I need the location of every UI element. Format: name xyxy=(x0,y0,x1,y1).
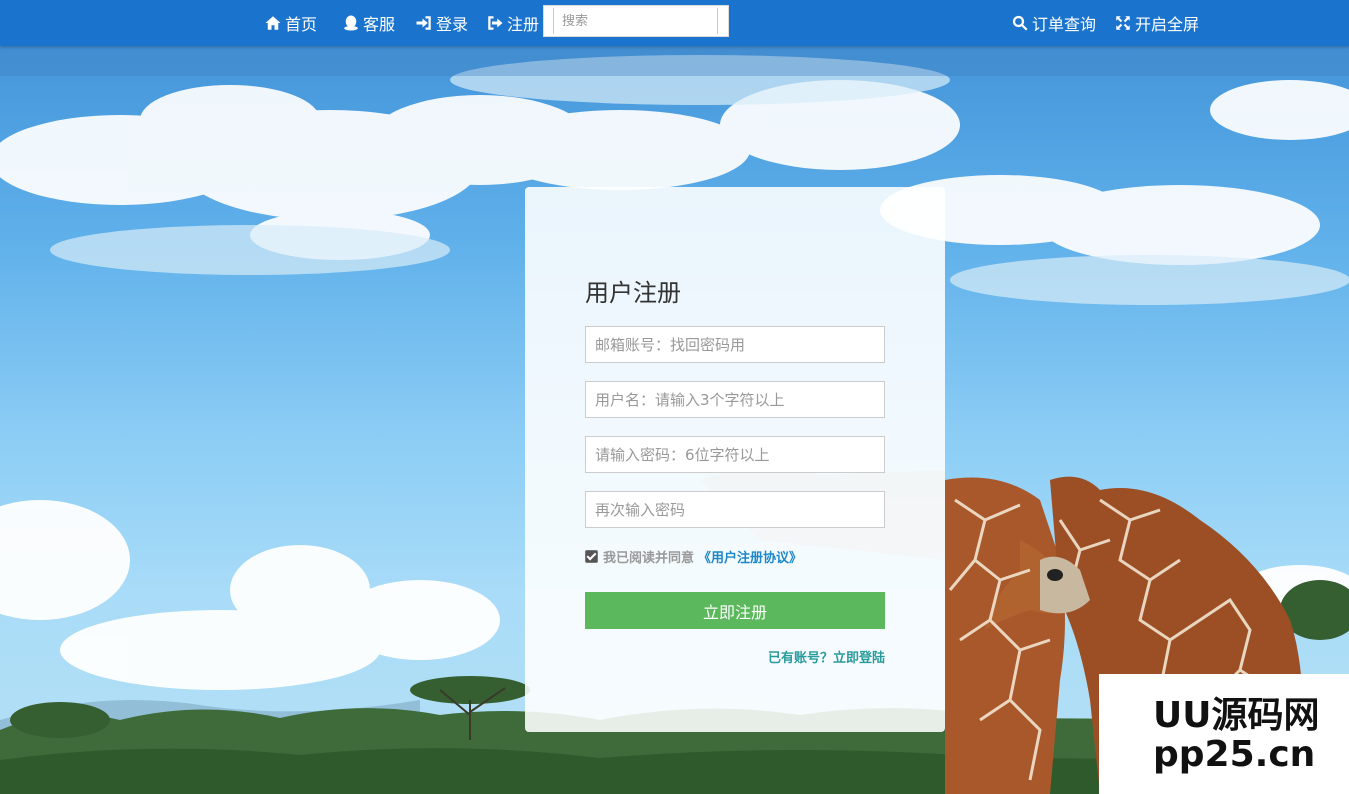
agreement-row: 我已阅读并同意 《用户注册协议》 xyxy=(585,547,802,566)
watermark: UU源码网 pp25.cn xyxy=(1099,674,1349,794)
agree-checkbox[interactable] xyxy=(585,549,598,563)
nav-login[interactable]: 登录 xyxy=(415,0,468,46)
nav-home[interactable]: 首页 xyxy=(264,0,317,46)
qq-penguin-icon xyxy=(344,15,358,31)
fullscreen-icon xyxy=(1116,16,1130,30)
nav-home-label: 首页 xyxy=(285,15,318,34)
nav-fullscreen[interactable]: 开启全屏 xyxy=(1114,0,1199,46)
nav-fullscreen-label: 开启全屏 xyxy=(1135,15,1200,34)
nav-service[interactable]: 客服 xyxy=(342,0,395,46)
top-navbar: 首页 客服 登录 注册 订单查询 开启全屏 xyxy=(0,0,1349,46)
home-icon xyxy=(265,16,281,30)
search-input[interactable] xyxy=(553,8,718,34)
password-field[interactable] xyxy=(585,436,885,473)
nav-service-label: 客服 xyxy=(363,15,396,34)
nav-register-label: 注册 xyxy=(507,15,540,34)
login-link[interactable]: 已有账号？立即登陆 xyxy=(768,647,885,666)
agreement-link[interactable]: 《用户注册协议》 xyxy=(698,547,802,566)
watermark-line-1: UU源码网 xyxy=(1153,695,1320,736)
username-field[interactable] xyxy=(585,381,885,418)
register-button[interactable]: 立即注册 xyxy=(585,592,885,629)
register-card: 用户注册 我已阅读并同意 《用户注册协议》 立即注册 已有账号？立即登陆 xyxy=(525,187,945,732)
nav-order-query-label: 订单查询 xyxy=(1032,15,1097,34)
agree-text: 我已阅读并同意 xyxy=(603,550,695,566)
register-title: 用户注册 xyxy=(585,279,681,307)
search-icon xyxy=(1012,15,1028,31)
nav-register[interactable]: 注册 xyxy=(486,0,539,46)
sign-in-icon xyxy=(416,16,431,30)
nav-login-label: 登录 xyxy=(436,15,469,34)
search-box xyxy=(543,5,729,37)
nav-order-query[interactable]: 订单查询 xyxy=(1011,0,1096,46)
confirm-password-field[interactable] xyxy=(585,491,885,528)
sign-out-icon xyxy=(488,16,503,30)
email-field[interactable] xyxy=(585,326,885,363)
watermark-line-2: pp25.cn xyxy=(1153,734,1316,775)
